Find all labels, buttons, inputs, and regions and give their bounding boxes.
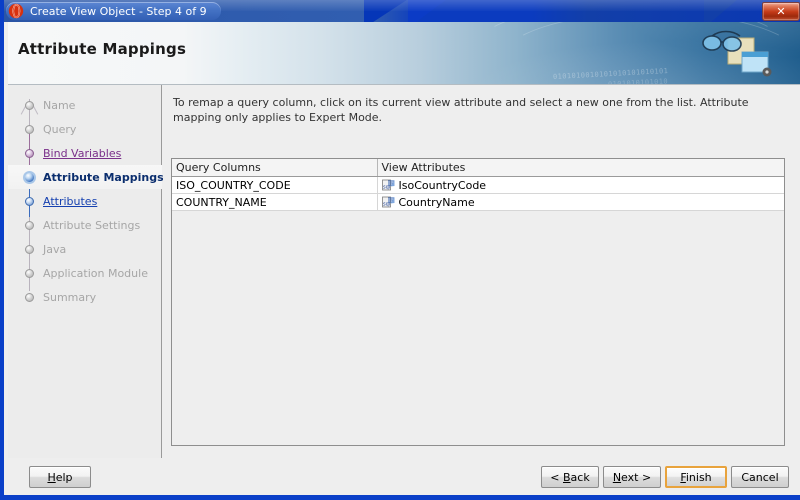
sidebar-item-application-module: Application Module xyxy=(8,261,162,285)
sidebar-item-label: Attribute Settings xyxy=(43,218,141,232)
sidebar-item-label: Name xyxy=(43,98,76,112)
sidebar-item-label[interactable]: Attributes xyxy=(43,195,97,208)
back-button-label: < Back xyxy=(550,470,590,484)
window-title: Create View Object - Step 4 of 9 xyxy=(6,2,221,20)
cell-view-attribute[interactable]: sql CountryName xyxy=(377,193,784,211)
title-bar: Create View Object - Step 4 of 9 ✕ xyxy=(4,0,800,22)
cell-query-column[interactable]: ISO_COUNTRY_CODE xyxy=(172,176,378,194)
column-header-query-columns[interactable]: Query Columns xyxy=(172,159,378,177)
glasses-and-window-icon xyxy=(702,30,772,77)
sidebar-item-attribute-settings: Attribute Settings xyxy=(8,213,162,237)
sidebar-item-summary: Summary xyxy=(8,285,162,309)
back-button[interactable]: < Back xyxy=(541,466,599,488)
step-marker-icon xyxy=(22,218,37,233)
sidebar-item-java: Java xyxy=(8,237,162,261)
view-attribute-name: IsoCountryCode xyxy=(398,178,487,192)
page-title: Attribute Mappings xyxy=(18,40,187,58)
step-marker-icon xyxy=(22,146,37,161)
cell-view-attribute[interactable]: sql IsoCountryCode xyxy=(377,176,784,194)
dialog-header: 0101010010101010101010101 0101010101010 … xyxy=(8,22,800,85)
sql-attribute-icon: sql xyxy=(381,179,394,191)
sidebar-item-label: Java xyxy=(43,242,67,256)
sidebar-item-attributes[interactable]: Attributes xyxy=(8,189,162,213)
close-button[interactable]: ✕ xyxy=(762,2,800,21)
instruction-text: To remap a query column, click on its cu… xyxy=(173,96,749,124)
dialog-window: Create View Object - Step 4 of 9 ✕ 01010… xyxy=(0,0,800,500)
title-bar-accent-3 xyxy=(704,0,744,22)
cancel-button-label: Cancel xyxy=(741,470,779,484)
sidebar-item-query[interactable]: Query xyxy=(8,117,162,141)
step-marker-icon xyxy=(22,194,37,209)
sidebar-item-attribute-mappings[interactable]: Attribute Mappings xyxy=(8,165,164,189)
table-header-row: Query Columns View Attributes xyxy=(172,159,784,177)
oracle-jdeveloper-icon xyxy=(8,3,24,19)
step-marker-icon xyxy=(22,170,37,185)
table-row[interactable]: ISO_COUNTRY_CODE sql IsoCountryCode xyxy=(172,176,784,194)
close-icon: ✕ xyxy=(776,5,786,18)
view-attribute-name: CountryName xyxy=(398,195,475,209)
sql-attribute-icon: sql xyxy=(381,196,394,208)
sidebar-item-name[interactable]: Name xyxy=(8,93,162,117)
table-row[interactable]: COUNTRY_NAME sql CountryName xyxy=(172,193,784,211)
next-button[interactable]: Next > xyxy=(603,466,661,488)
step-marker-icon xyxy=(22,290,37,305)
sidebar-item-label[interactable]: Bind Variables xyxy=(43,147,121,160)
step-marker-icon xyxy=(22,242,37,257)
sidebar-item-label: Application Module xyxy=(43,266,148,280)
step-marker-icon xyxy=(22,98,37,113)
title-bar-accent-2 xyxy=(408,0,454,22)
sidebar-item-bind-variables[interactable]: Bind Variables xyxy=(8,141,162,165)
column-header-view-attributes[interactable]: View Attributes xyxy=(377,159,784,177)
grid-empty-area xyxy=(172,211,784,445)
sidebar-item-label: Attribute Mappings xyxy=(43,170,164,184)
dialog-footer: Help < Back Next > Finish Cancel xyxy=(8,458,800,495)
finish-button[interactable]: Finish xyxy=(665,466,727,488)
finish-button-label: Finish xyxy=(680,470,712,484)
window-title-text: Create View Object - Step 4 of 9 xyxy=(30,4,207,18)
sidebar-item-label: Query xyxy=(43,122,77,136)
attribute-mapping-table[interactable]: Query Columns View Attributes ISO_COUNTR… xyxy=(171,158,785,446)
step-marker-icon xyxy=(22,266,37,281)
help-button[interactable]: Help xyxy=(29,466,91,488)
cancel-button[interactable]: Cancel xyxy=(731,466,789,488)
dialog-body: Name Query Bind Variables Attribute Mapp… xyxy=(8,85,800,458)
sidebar-item-label: Summary xyxy=(43,290,97,304)
mapping-grid: Query Columns View Attributes ISO_COUNTR… xyxy=(172,159,784,211)
step-marker-icon xyxy=(22,122,37,137)
help-button-label: Help xyxy=(47,470,73,484)
wizard-step-list: Name Query Bind Variables Attribute Mapp… xyxy=(8,85,164,458)
content-pane: To remap a query column, click on its cu… xyxy=(163,85,800,458)
next-button-label: Next > xyxy=(612,470,652,484)
cell-query-column[interactable]: COUNTRY_NAME xyxy=(172,193,378,211)
